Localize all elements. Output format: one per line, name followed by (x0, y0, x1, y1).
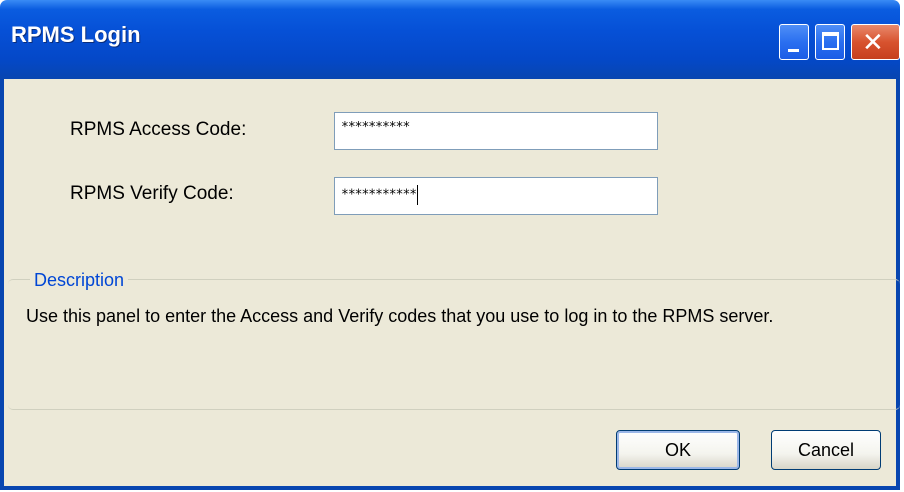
maximize-button[interactable] (815, 24, 845, 60)
minimize-icon (788, 49, 799, 52)
access-code-field[interactable]: ********** (334, 112, 658, 150)
maximize-icon (822, 32, 839, 50)
verify-code-label: RPMS Verify Code: (70, 183, 234, 204)
description-group (8, 279, 900, 410)
close-icon: ✕ (862, 27, 884, 57)
minimize-button[interactable] (779, 24, 809, 60)
access-code-label: RPMS Access Code: (70, 119, 247, 140)
description-title: Description (30, 270, 129, 291)
window-title: RPMS Login (11, 22, 141, 47)
text-caret (417, 185, 419, 205)
verify-code-field[interactable]: *********** (334, 177, 658, 215)
description-text: Use this panel to enter the Access and V… (26, 306, 774, 326)
rpms-login-dialog: RPMS Login ✕ RPMS Access Code: *********… (0, 0, 900, 490)
verify-code-value: *********** (341, 187, 417, 203)
cancel-button[interactable]: Cancel (771, 430, 881, 470)
ok-button[interactable]: OK (616, 430, 740, 470)
title-bar[interactable]: RPMS Login ✕ (0, 0, 900, 79)
access-code-value: ********** (341, 120, 410, 135)
dialog-body: RPMS Access Code: ********** RPMS Verify… (0, 79, 900, 490)
close-button[interactable]: ✕ (851, 24, 900, 60)
